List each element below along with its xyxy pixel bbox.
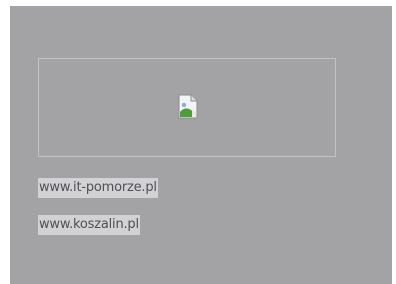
links-panel: www.it-pomorze.pl www.koszalin.pl xyxy=(10,6,392,284)
link-koszalin[interactable]: www.koszalin.pl xyxy=(38,215,140,235)
broken-image-icon xyxy=(177,94,199,120)
banner-image-frame[interactable] xyxy=(38,58,336,157)
link-it-pomorze[interactable]: www.it-pomorze.pl xyxy=(38,178,158,198)
